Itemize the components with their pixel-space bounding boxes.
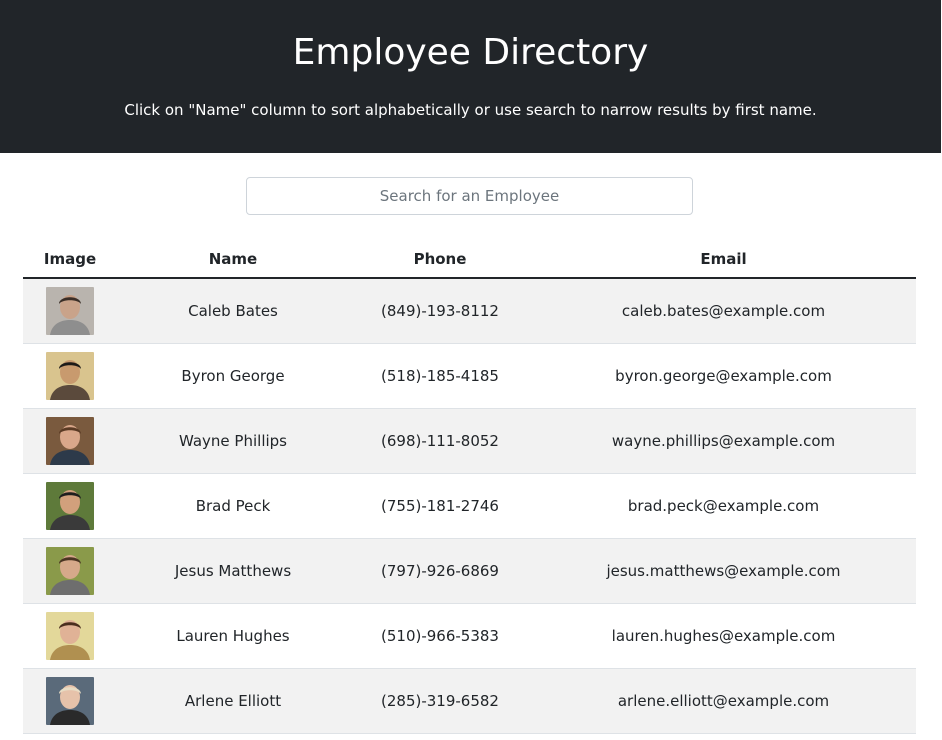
avatar <box>46 286 94 335</box>
name-cell: Arlene Elliott <box>117 668 349 734</box>
name-cell: Lauren Hughes <box>117 603 349 669</box>
image-cell <box>23 668 117 734</box>
email-cell: brad.peck@example.com <box>531 473 916 539</box>
table-row: Brad Peck (755)-181-2746 brad.peck@examp… <box>23 473 916 539</box>
phone-cell: (510)-966-5383 <box>349 603 531 669</box>
name-cell: Caleb Bates <box>117 278 349 344</box>
name-cell: Jesus Matthews <box>117 538 349 604</box>
email-cell: jesus.matthews@example.com <box>531 538 916 604</box>
table-row: Wayne Phillips (698)-111-8052 wayne.phil… <box>23 408 916 474</box>
phone-cell: (285)-319-6582 <box>349 668 531 734</box>
employee-table: Image Name Phone Email Caleb Bates (849)… <box>23 241 916 734</box>
page-header: Employee Directory Click on "Name" colum… <box>0 0 941 153</box>
table-row: Arlene Elliott (285)-319-6582 arlene.ell… <box>23 668 916 734</box>
image-cell <box>23 538 117 604</box>
employee-search-input[interactable] <box>246 177 693 215</box>
name-cell: Wayne Phillips <box>117 408 349 474</box>
table-row: Lauren Hughes (510)-966-5383 lauren.hugh… <box>23 603 916 669</box>
avatar <box>46 481 94 530</box>
email-cell: arlene.elliott@example.com <box>531 668 916 734</box>
email-cell: wayne.phillips@example.com <box>531 408 916 474</box>
table-row: Caleb Bates (849)-193-8112 caleb.bates@e… <box>23 278 916 344</box>
image-cell <box>23 603 117 669</box>
email-cell: byron.george@example.com <box>531 343 916 409</box>
table-row: Byron George (518)-185-4185 byron.george… <box>23 343 916 409</box>
phone-cell: (755)-181-2746 <box>349 473 531 539</box>
image-cell <box>23 343 117 409</box>
column-header-name-sort[interactable]: Name <box>117 241 349 279</box>
image-cell <box>23 473 117 539</box>
table-header-row: Image Name Phone Email <box>23 241 916 279</box>
page-instructions: Click on "Name" column to sort alphabeti… <box>124 101 817 119</box>
image-cell <box>23 278 117 344</box>
name-cell: Byron George <box>117 343 349 409</box>
email-cell: lauren.hughes@example.com <box>531 603 916 669</box>
column-header-phone: Phone <box>349 241 531 279</box>
phone-cell: (849)-193-8112 <box>349 278 531 344</box>
page-title: Employee Directory <box>292 32 649 73</box>
avatar <box>46 611 94 660</box>
avatar <box>46 546 94 595</box>
avatar <box>46 351 94 400</box>
phone-cell: (518)-185-4185 <box>349 343 531 409</box>
avatar <box>46 676 94 725</box>
employee-table-body: Caleb Bates (849)-193-8112 caleb.bates@e… <box>23 278 916 734</box>
email-cell: caleb.bates@example.com <box>531 278 916 344</box>
phone-cell: (698)-111-8052 <box>349 408 531 474</box>
column-header-email: Email <box>531 241 916 279</box>
table-row: Jesus Matthews (797)-926-6869 jesus.matt… <box>23 538 916 604</box>
avatar <box>46 416 94 465</box>
name-cell: Brad Peck <box>117 473 349 539</box>
phone-cell: (797)-926-6869 <box>349 538 531 604</box>
column-header-image: Image <box>23 241 117 279</box>
image-cell <box>23 408 117 474</box>
